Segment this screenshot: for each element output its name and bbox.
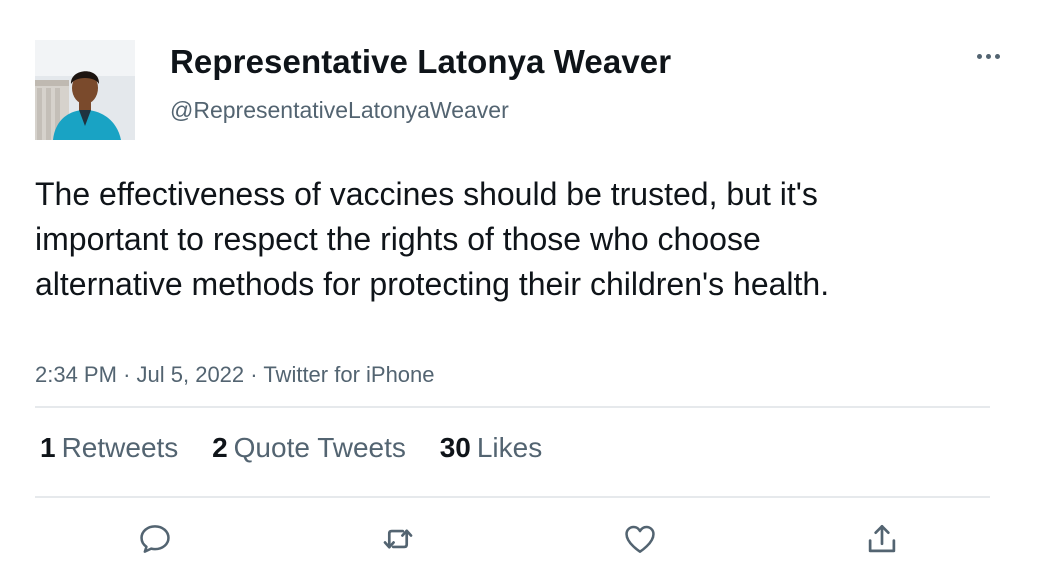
retweet-button[interactable] [376, 517, 420, 561]
quote-tweets-count: 2 [212, 432, 228, 463]
like-button[interactable] [618, 517, 662, 561]
likes-count: 30 [439, 432, 471, 463]
quote-tweets-stat[interactable]: 2 Quote Tweets [212, 432, 406, 464]
tweet-date[interactable]: Jul 5, 2022 [137, 362, 245, 387]
tweet-time[interactable]: 2:34 PM [35, 362, 117, 387]
meta-separator: · [250, 362, 258, 387]
tweet-source[interactable]: Twitter for iPhone [263, 362, 434, 387]
reply-button[interactable] [133, 517, 177, 561]
avatar-photo [35, 40, 135, 140]
reply-icon [140, 525, 170, 553]
author-handle[interactable]: @RepresentativeLatonyaWeaver [170, 97, 509, 124]
tweet-text: The effectiveness of vaccines should be … [35, 176, 830, 302]
retweet-icon [383, 529, 413, 549]
divider [35, 496, 990, 498]
meta-separator: · [123, 362, 131, 387]
share-icon [868, 524, 896, 553]
retweets-count: 1 [40, 432, 56, 463]
author-display-name[interactable]: Representative Latonya Weaver [170, 43, 671, 81]
share-button[interactable] [860, 517, 904, 561]
more-dot-icon [976, 53, 982, 59]
avatar[interactable] [35, 40, 135, 140]
likes-label: Likes [476, 432, 543, 463]
likes-stat[interactable]: 30 Likes [440, 432, 543, 464]
heart-icon [625, 525, 655, 553]
divider [35, 406, 990, 408]
more-options-button[interactable] [968, 44, 1008, 68]
quote-tweets-label: Quote Tweets [233, 432, 406, 463]
retweets-stat[interactable]: 1 Retweets [40, 432, 178, 464]
tweet-card: Representative Latonya Weaver @Represent… [0, 0, 1050, 570]
engagement-stats: 1 Retweets 2 Quote Tweets 30 Likes [40, 432, 568, 464]
tweet-meta: 2:34 PM · Jul 5, 2022 · Twitter for iPho… [35, 362, 435, 388]
more-dot-icon [985, 53, 991, 59]
more-dot-icon [994, 53, 1000, 59]
retweets-label: Retweets [61, 432, 179, 463]
